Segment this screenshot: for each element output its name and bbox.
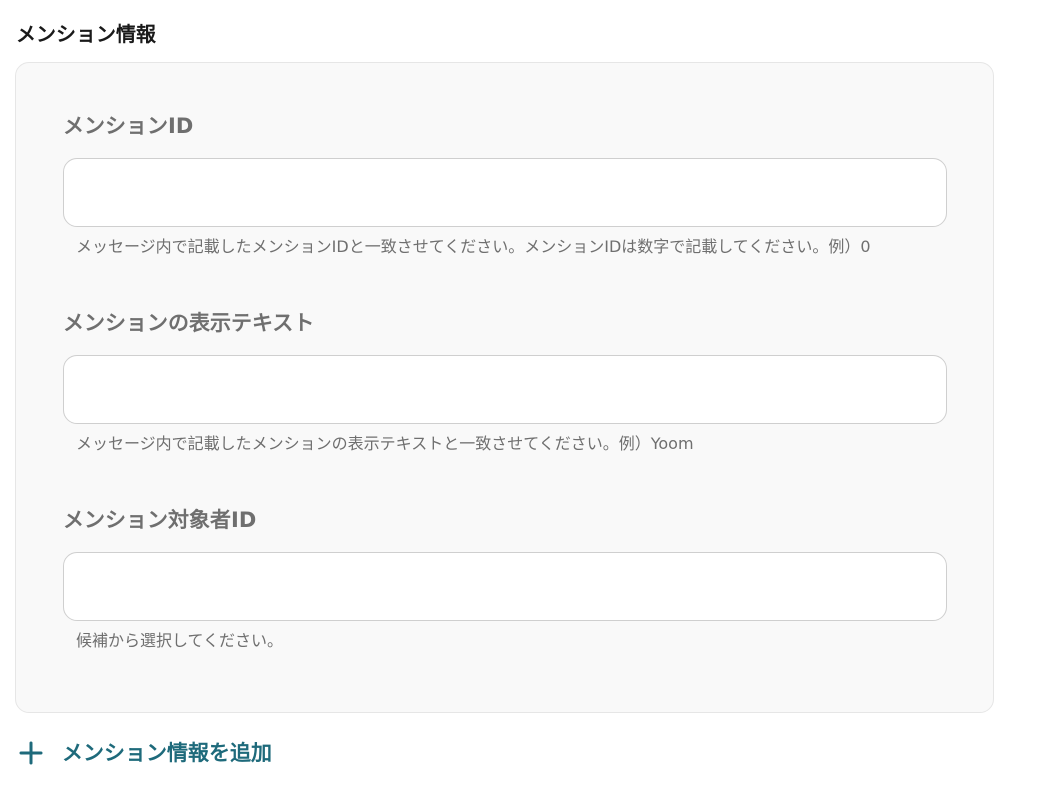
mention-display-text-field: メンションの表示テキスト メッセージ内で記載したメンションの表示テキストと一致さ… [63,308,947,455]
mention-target-id-hint: 候補から選択してください。 [76,631,284,650]
mention-id-label: メンションID [63,114,194,138]
mention-card: メンションID メッセージ内で記載したメンションIDと一致させてください。メンシ… [15,62,994,713]
section-title: メンション情報 [16,22,156,46]
add-mention-label: メンション情報を追加 [62,741,272,765]
mention-target-id-field: メンション対象者ID 候補から選択してください。 [63,505,947,652]
mention-id-hint: メッセージ内で記載したメンションIDと一致させてください。メンションIDは数字で… [76,237,871,256]
mention-id-input[interactable] [63,158,947,227]
mention-display-text-input[interactable] [63,355,947,424]
mention-display-text-label: メンションの表示テキスト [63,311,315,335]
mention-target-id-label: メンション対象者ID [63,508,257,532]
add-mention-button[interactable]: メンション情報を追加 [18,737,272,769]
mention-display-text-hint: メッセージ内で記載したメンションの表示テキストと一致させてください。例）Yoom [76,434,694,453]
plus-icon [18,740,44,766]
mention-id-field: メンションID メッセージ内で記載したメンションIDと一致させてください。メンシ… [63,111,947,258]
mention-target-id-input[interactable] [63,552,947,621]
